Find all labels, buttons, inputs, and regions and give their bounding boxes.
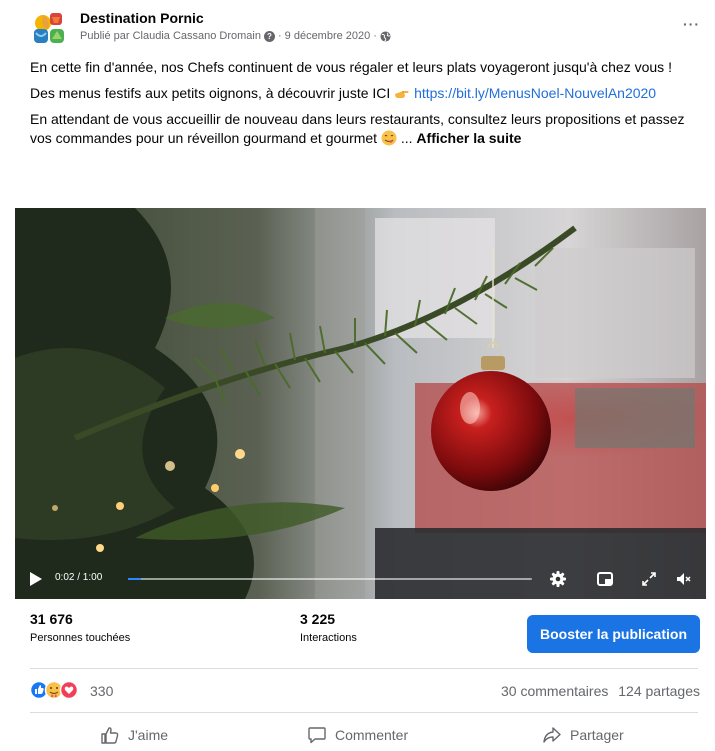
pointing-hand-emoji-icon (395, 91, 409, 98)
ellipsis: ... (400, 130, 413, 146)
yum-face-emoji-icon (381, 130, 397, 146)
share-arrow-icon (543, 727, 561, 743)
paragraph-2: Des menus festifs aux petits oignons, à … (30, 84, 700, 103)
see-more-link[interactable]: Afficher la suite (416, 130, 521, 146)
gear-icon[interactable] (549, 570, 567, 588)
thumbs-up-icon (101, 727, 119, 744)
reactions-bar: 330 30 commentaires 124 partages (30, 680, 700, 702)
shares-count[interactable]: 124 partages (618, 683, 700, 699)
share-label: Partager (570, 727, 624, 743)
page-avatar[interactable] (30, 9, 70, 49)
post-date[interactable]: 9 décembre 2020 (285, 30, 371, 42)
paragraph-2-text: Des menus festifs aux petits oignons, à … (30, 85, 391, 101)
boost-post-button[interactable]: Booster la publication (527, 615, 700, 653)
facebook-post: Destination Pornic Publié par Claudia Ca… (0, 0, 715, 751)
comment-label: Commenter (335, 727, 409, 743)
video-player[interactable]: 0:02 / 1:00 (15, 208, 706, 599)
reach-value: 31 676 (30, 611, 73, 627)
comment-icon (308, 727, 326, 744)
video-controls: 0:02 / 1:00 (15, 559, 706, 599)
post-header: Destination Pornic Publié par Claudia Ca… (30, 6, 700, 46)
picture-in-picture-icon[interactable] (596, 570, 614, 588)
paragraph-3: En attendant de vous accueillir de nouve… (30, 110, 700, 148)
interactions-label: Interactions (300, 632, 357, 644)
like-button[interactable]: J'aime (100, 722, 168, 748)
comment-button[interactable]: Commenter (307, 722, 408, 748)
reach-stat[interactable]: 31 676 Personnes touchées (30, 611, 130, 644)
fullscreen-icon[interactable] (640, 570, 658, 588)
video-progress-bar[interactable] (128, 578, 532, 580)
help-icon[interactable] (263, 30, 275, 42)
reach-label: Personnes touchées (30, 632, 131, 644)
video-frame-christmas-bauble (15, 208, 706, 599)
reaction-count[interactable]: 330 (90, 683, 113, 699)
divider (30, 712, 698, 713)
post-actions: J'aime Commenter Partager (30, 722, 700, 748)
post-text: En cette fin d'année, nos Chefs continue… (30, 58, 700, 155)
like-label: J'aime (128, 727, 169, 743)
meta-separator: · (277, 30, 282, 42)
share-button[interactable]: Partager (542, 722, 624, 748)
engagement-counts: 30 commentaires 124 partages (495, 683, 700, 699)
meta-separator-2: · (373, 30, 377, 42)
play-icon[interactable] (29, 571, 43, 587)
video-progress-fill (128, 578, 142, 580)
page-name[interactable]: Destination Pornic (80, 10, 204, 26)
volume-muted-icon[interactable] (675, 570, 693, 588)
post-insights: 31 676 Personnes touchées 3 225 Interact… (30, 611, 700, 659)
video-time: 0:02 / 1:00 (55, 572, 103, 583)
interactions-value: 3 225 (300, 611, 336, 627)
post-meta: Publié par Claudia Cassano Dromain · 9 d… (80, 30, 391, 42)
paragraph-3-text: En attendant de vous accueillir de nouve… (30, 111, 685, 146)
globe-icon (380, 30, 391, 42)
paragraph-1: En cette fin d'année, nos Chefs continue… (30, 59, 672, 75)
published-by[interactable]: Publié par Claudia Cassano Dromain (80, 30, 261, 42)
comments-count[interactable]: 30 commentaires (501, 683, 608, 699)
interactions-stat[interactable]: 3 225 Interactions (300, 611, 357, 644)
reaction-icons[interactable] (30, 680, 88, 700)
divider (30, 668, 698, 669)
more-options-button[interactable]: ··· (683, 16, 700, 32)
menus-link[interactable]: https://bit.ly/MenusNoel-NouvelAn2020 (414, 85, 656, 101)
